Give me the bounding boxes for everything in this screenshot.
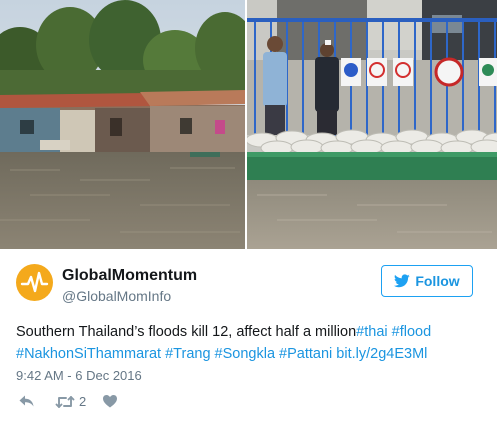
reply-button[interactable] [18,394,35,408]
author-display-name[interactable]: GlobalMomentum [62,267,197,285]
tweet-card: GlobalMomentum @GlobalMomInfo Follow Sou… [0,0,497,426]
hashtag-link[interactable]: #Trang [165,346,210,362]
twitter-bird-icon [394,274,411,288]
tweet-text: Southern Thailand’s floods kill 12, affe… [16,321,486,365]
hashtag-link[interactable]: #Pattani [279,346,332,362]
hashtag-link[interactable]: #Songkla [215,346,275,362]
flood-sandbags-photo[interactable] [247,0,497,249]
author-handle[interactable]: @GlobalMomInfo [62,288,171,304]
hashtag-link[interactable]: #thai [356,324,387,340]
tweet-body: Southern Thailand’s floods kill 12, affe… [16,324,357,340]
follow-label: Follow [415,273,460,289]
flooded-village-photo[interactable] [0,0,245,249]
hashtag-link[interactable]: #NakhonSiThammarat [16,346,161,362]
heart-icon [103,395,117,408]
pulse-icon [20,271,49,293]
follow-button[interactable]: Follow [381,265,473,297]
reply-icon [19,395,34,407]
retweet-icon [55,395,75,408]
avatar[interactable] [16,264,53,301]
tweet-timestamp[interactable]: 9:42 AM - 6 Dec 2016 [16,368,142,383]
retweet-count: 2 [79,394,87,409]
short-url-link[interactable]: bit.ly/2g4E3Ml [336,346,427,362]
tweet-media [0,0,497,249]
like-button[interactable] [102,394,118,408]
retweet-button[interactable]: 2 [55,394,86,409]
hashtag-link[interactable]: #flood [392,324,432,340]
